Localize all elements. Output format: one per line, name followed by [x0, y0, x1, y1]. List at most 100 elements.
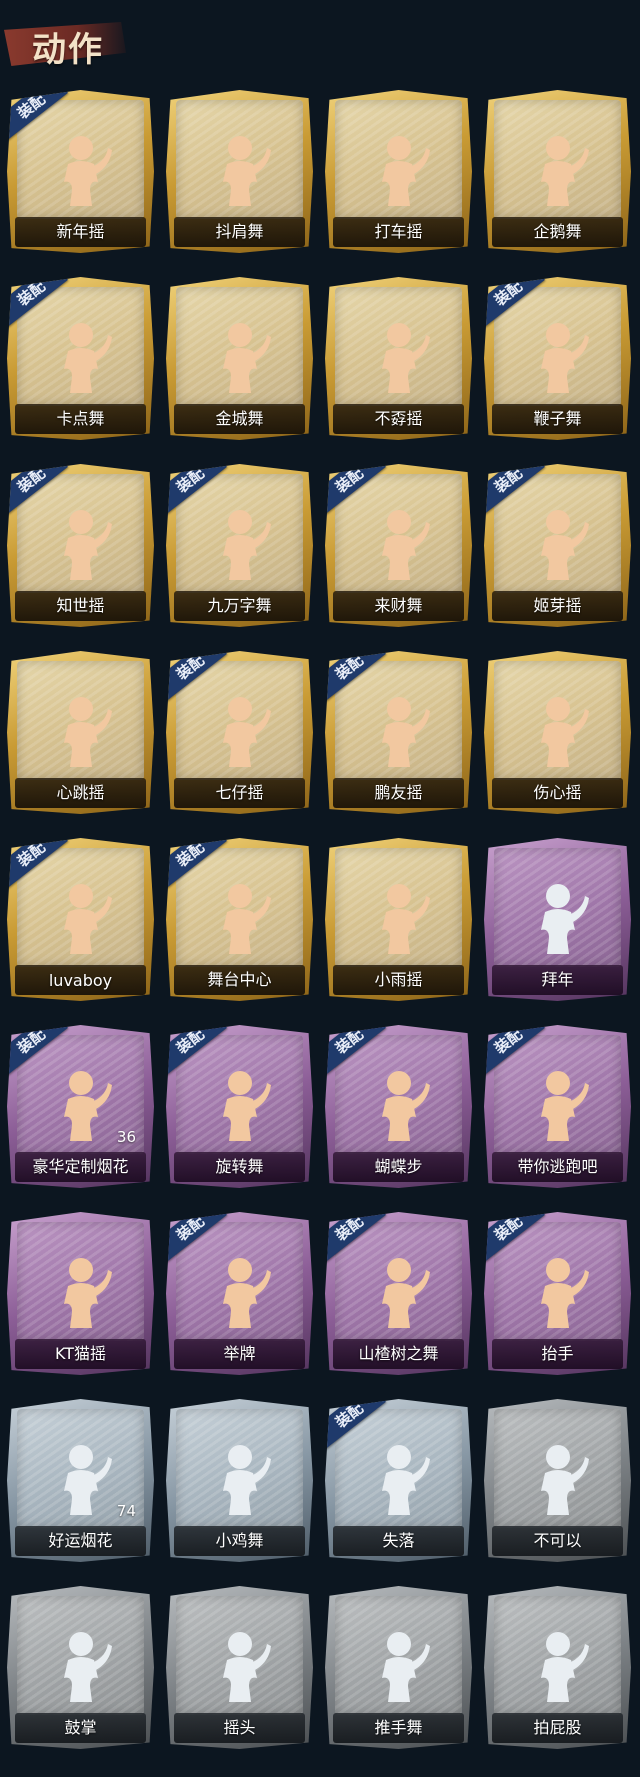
section-header: 动作	[4, 10, 134, 72]
emote-label: 伤心摇	[533, 783, 582, 802]
dance-figure-icon	[381, 884, 430, 954]
emote-card[interactable]: 心跳摇	[7, 651, 154, 814]
dance-figure-icon	[63, 884, 112, 954]
item-count: 36	[116, 1128, 136, 1146]
emote-label: 来财舞	[374, 596, 423, 615]
emote-card[interactable]: 新年摇 装配	[7, 90, 154, 253]
dance-figure-icon	[222, 136, 271, 206]
heart-hands-figure-icon	[540, 697, 589, 767]
emote-card[interactable]: 失落 装配	[325, 1399, 472, 1562]
emote-card[interactable]: 抬手 装配	[484, 1212, 631, 1375]
emote-card[interactable]: 卡点舞 装配	[7, 277, 154, 440]
dance-figure-icon	[381, 697, 430, 767]
emote-label: 鞭子舞	[533, 409, 582, 428]
emote-card[interactable]: 山楂树之舞 装配	[325, 1212, 472, 1375]
emote-card[interactable]: 打车摇	[325, 90, 472, 253]
emote-card[interactable]: 伤心摇	[484, 651, 631, 814]
emote-label: 知世摇	[56, 596, 105, 615]
emote-grid: 新年摇 装配抖肩舞 打车摇 企鹅舞卡点舞 装配金城舞 不孬摇 鞭子舞 装配知世摇 装配 九万字舞装…	[7, 90, 631, 1749]
dance-figure-icon	[381, 510, 430, 580]
dance-figure-icon	[540, 323, 589, 393]
emote-label: 举牌	[223, 1344, 256, 1363]
emote-label: 抖肩舞	[215, 222, 264, 241]
dance-figure-icon	[222, 884, 271, 954]
emote-label: 拍屁股	[533, 1718, 582, 1737]
section-title: 动作	[32, 30, 104, 70]
emote-card[interactable]: 拜年	[484, 838, 631, 1001]
dance-figure-icon	[63, 510, 112, 580]
emote-label: 抬手	[541, 1344, 574, 1363]
emote-label: 姬芽摇	[533, 596, 582, 615]
emote-card[interactable]: 舞台中心 装配	[166, 838, 313, 1001]
emote-label: 推手舞	[374, 1718, 423, 1737]
emote-card[interactable]: 推手舞	[325, 1586, 472, 1749]
dance-figure-icon	[540, 510, 589, 580]
emote-card[interactable]: 企鹅舞	[484, 90, 631, 253]
emote-card[interactable]: 摇头	[166, 1586, 313, 1749]
item-count: 74	[116, 1502, 136, 1520]
emote-label: 九万字舞	[207, 596, 272, 615]
bow-figure-icon	[540, 884, 589, 954]
emote-card[interactable]: 小鸡舞	[166, 1399, 313, 1562]
emote-card[interactable]: luvaboy 装配	[7, 838, 154, 1001]
emote-label: 打车摇	[374, 222, 423, 241]
emote-label: 拜年	[541, 970, 574, 989]
emote-card[interactable]: 来财舞 装配	[325, 464, 472, 627]
dance-figure-icon	[222, 510, 271, 580]
emote-card[interactable]: 姬芽摇 装配	[484, 464, 631, 627]
emote-label: 鼓掌	[64, 1718, 97, 1737]
emote-card[interactable]: 带你逃跑吧 装配	[484, 1025, 631, 1188]
emote-card[interactable]: 旋转舞 装配	[166, 1025, 313, 1188]
emote-card[interactable]: 鼓掌	[7, 1586, 154, 1749]
emote-label: 不可以	[533, 1531, 582, 1550]
emote-label: 心跳摇	[56, 783, 105, 802]
emote-card[interactable]: 拍屁股	[484, 1586, 631, 1749]
emote-label: 舞台中心	[207, 970, 272, 989]
dance-figure-icon	[222, 1445, 271, 1515]
emote-label: 山楂树之舞	[358, 1344, 439, 1363]
spin-figure-icon	[222, 1071, 271, 1141]
fireworks-box-icon	[63, 1071, 112, 1141]
emote-label: 好运烟花	[48, 1531, 113, 1550]
dance-figure-icon	[540, 136, 589, 206]
raise-hand-figure-icon	[540, 1258, 589, 1328]
emote-card[interactable]: 豪华定制烟花 36 装配	[7, 1025, 154, 1188]
dance-figure-icon	[63, 1258, 112, 1328]
emote-label: 豪华定制烟花	[32, 1157, 129, 1176]
emote-card[interactable]: 抖肩舞	[166, 90, 313, 253]
emote-card[interactable]: 蝴蝶步 装配	[325, 1025, 472, 1188]
emote-card[interactable]: 知世摇 装配	[7, 464, 154, 627]
emote-card[interactable]: 金城舞	[166, 277, 313, 440]
dance-figure-icon	[381, 323, 430, 393]
emote-label: 小雨摇	[374, 970, 423, 989]
emote-label: 新年摇	[56, 222, 105, 241]
emote-label: 旋转舞	[215, 1157, 264, 1176]
dance-figure-icon	[381, 1258, 430, 1328]
emote-card[interactable]: 九万字舞 装配	[166, 464, 313, 627]
dance-figure-icon	[63, 697, 112, 767]
emote-card[interactable]: KT猫摇	[7, 1212, 154, 1375]
firework-can-icon	[63, 1445, 112, 1515]
emote-card[interactable]: 鞭子舞 装配	[484, 277, 631, 440]
emote-label: 摇头	[223, 1718, 256, 1737]
dance-figure-icon	[381, 136, 430, 206]
emote-card[interactable]: 好运烟花 74	[7, 1399, 154, 1562]
emote-label: luvaboy	[48, 971, 113, 990]
dance-figure-icon	[540, 1071, 589, 1141]
emote-card[interactable]: 小雨摇	[325, 838, 472, 1001]
emote-label: 带你逃跑吧	[517, 1157, 598, 1176]
emote-label: KT猫摇	[54, 1344, 107, 1363]
emote-label: 失落	[382, 1531, 415, 1550]
emote-label: 卡点舞	[56, 409, 105, 428]
emote-label: 不孬摇	[374, 409, 423, 428]
finger-wag-icon	[540, 1445, 589, 1515]
emote-label: 金城舞	[215, 409, 264, 428]
sign-figure-icon	[222, 1258, 271, 1328]
emote-card[interactable]: 举牌 装配	[166, 1212, 313, 1375]
emote-card[interactable]: 不可以	[484, 1399, 631, 1562]
emote-card[interactable]: 七仔摇 装配	[166, 651, 313, 814]
emote-label: 蝴蝶步	[374, 1157, 423, 1176]
emote-card[interactable]: 鹏友摇 装配	[325, 651, 472, 814]
emote-label: 小鸡舞	[215, 1531, 264, 1550]
emote-card[interactable]: 不孬摇	[325, 277, 472, 440]
